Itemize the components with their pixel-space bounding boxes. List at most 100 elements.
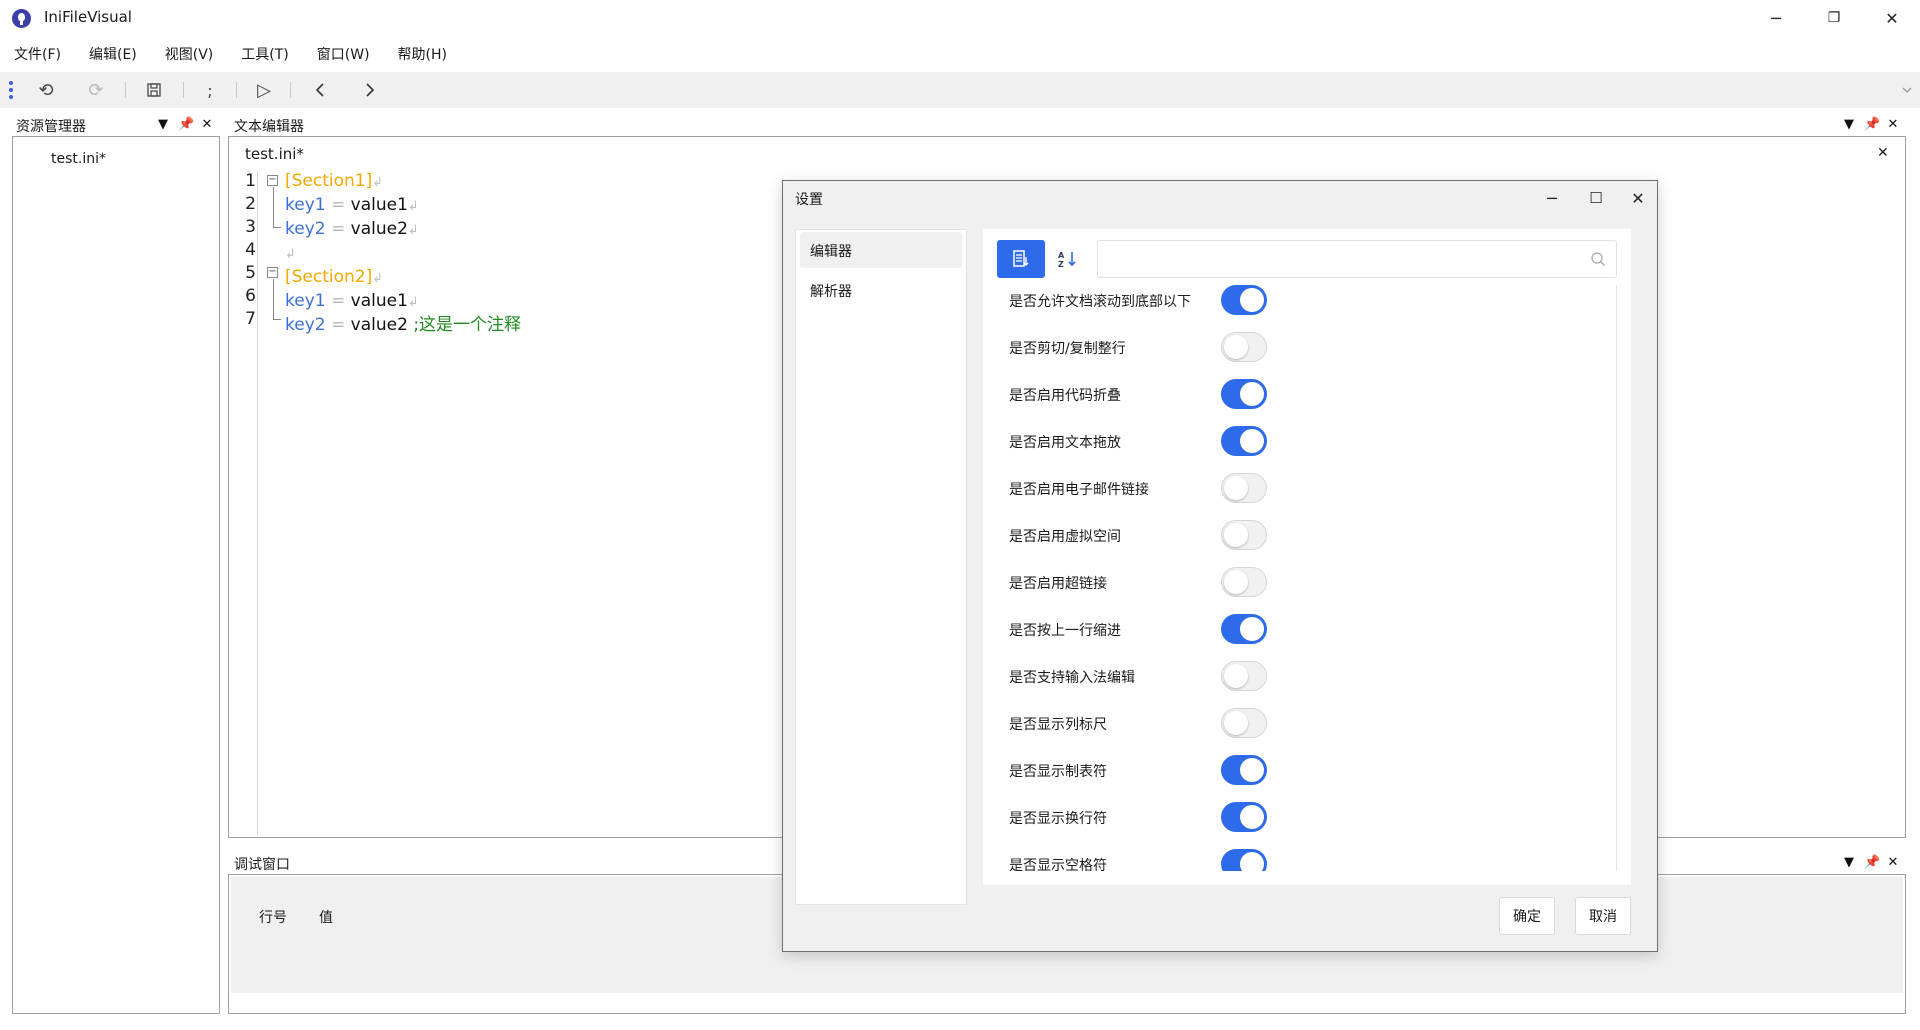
panel-close-icon[interactable]: ✕ [200,117,214,132]
setting-toggle[interactable] [1221,614,1267,644]
code-area[interactable]: [Section1]↲ key1 = value1↲ key2 = value2… [285,170,521,337]
line-numbers: 1 2 3 4 5 6 7 [245,171,256,329]
setting-toggle[interactable] [1221,520,1267,550]
save-icon[interactable] [138,72,170,108]
setting-label: 是否启用超链接 [1009,576,1107,592]
setting-label: 是否显示制表符 [1009,764,1107,780]
column-header[interactable]: 行号 [259,907,287,927]
title-bar: IniFileVisual ─ ❐ ✕ [0,0,1920,36]
explorer-title: 资源管理器 [16,119,86,135]
setting-row: 是否启用超链接 [1009,567,1609,597]
menu-window[interactable]: 窗口(W) [303,38,384,68]
setting-toggle[interactable] [1221,332,1267,362]
dialog-maximize-button[interactable]: ☐ [1573,181,1619,215]
panel-menu-icon[interactable]: ▼ [1842,855,1856,870]
code-line: key1 = value1↲ [285,291,419,311]
pin-icon[interactable]: 📌 [1864,117,1880,132]
back-icon[interactable] [304,72,336,108]
pin-icon[interactable]: 📌 [1864,855,1880,870]
setting-toggle[interactable] [1221,426,1267,456]
setting-row: 是否启用虚拟空间 [1009,520,1609,550]
close-button[interactable]: ✕ [1863,0,1920,36]
ok-button[interactable]: 确定 [1499,897,1555,935]
setting-row: 是否显示制表符 [1009,755,1609,785]
code-line: key2 = value2 ;这是一个注释 [285,315,522,335]
redo-icon[interactable]: ⟳ [80,72,112,108]
run-icon[interactable]: ▷ [248,72,280,108]
restore-button[interactable]: ❐ [1805,0,1863,36]
svg-text:Z: Z [1058,260,1064,269]
explorer-panel: test.ini* [12,136,220,1014]
comment-icon[interactable]: ; [194,72,226,108]
settings-search-input[interactable] [1097,240,1617,278]
editor-tab[interactable]: test.ini* [245,145,304,163]
setting-toggle[interactable] [1221,849,1267,871]
setting-row: 是否启用代码折叠 [1009,379,1609,409]
panel-menu-icon[interactable]: ▼ [1842,117,1856,132]
settings-nav: 编辑器 解析器 [795,229,967,905]
setting-toggle[interactable] [1221,285,1267,315]
menu-bar: 文件(F) 编辑(E) 视图(V) 工具(T) 窗口(W) 帮助(H) [0,38,461,68]
undo-icon[interactable]: ⟲ [30,72,62,108]
menu-edit[interactable]: 编辑(E) [75,38,151,68]
settings-list: 是否允许文档滚动到底部以下 是否剪切/复制整行 是否启用代码折叠 是否启用文本拖… [997,285,1617,871]
setting-row: 是否显示换行符 [1009,802,1609,832]
forward-icon[interactable] [354,72,386,108]
setting-row: 是否启用文本拖放 [1009,426,1609,456]
settings-dialog: 设置 ─ ☐ ✕ 编辑器 解析器 AZ 是否允许文档滚动到底部以下 是否剪切/复… [782,180,1658,952]
setting-row: 是否按上一行缩进 [1009,614,1609,644]
setting-toggle[interactable] [1221,708,1267,738]
panel-close-icon[interactable]: ✕ [1886,855,1900,870]
editor-header: 文本编辑器 ▼ 📌 ✕ [230,114,1906,136]
setting-row: 是否启用电子邮件链接 [1009,473,1609,503]
settings-content: AZ 是否允许文档滚动到底部以下 是否剪切/复制整行 是否启用代码折叠 是否启用… [983,229,1631,885]
debug-title: 调试窗口 [234,857,290,873]
minimize-button[interactable]: ─ [1747,0,1805,36]
toolbar-overflow-icon[interactable] [1900,82,1914,96]
fold-toggle-icon[interactable]: − [267,175,278,186]
toolbar: ⟲ ⟳ ; ▷ [0,72,1920,108]
dialog-title: 设置 [795,192,823,208]
dialog-close-button[interactable]: ✕ [1615,181,1661,215]
nav-item-parser[interactable]: 解析器 [800,272,962,308]
setting-toggle[interactable] [1221,379,1267,409]
sort-az-icon: AZ [1058,251,1076,269]
categorized-view-button[interactable] [997,240,1045,278]
panel-menu-icon[interactable]: ▼ [156,117,170,132]
setting-row: 是否显示列标尺 [1009,708,1609,738]
setting-toggle[interactable] [1221,473,1267,503]
gutter-divider [257,171,258,835]
menu-help[interactable]: 帮助(H) [384,38,461,68]
setting-label: 是否剪切/复制整行 [1009,341,1126,357]
setting-toggle[interactable] [1221,802,1267,832]
fold-line [273,187,274,227]
menu-file[interactable]: 文件(F) [0,38,75,68]
dialog-minimize-button[interactable]: ─ [1529,181,1575,215]
menu-view[interactable]: 视图(V) [151,38,228,68]
panel-close-icon[interactable]: ✕ [1886,117,1900,132]
menu-tools[interactable]: 工具(T) [227,38,302,68]
code-line: key1 = value1↲ [285,195,419,215]
setting-label: 是否启用虚拟空间 [1009,529,1121,545]
fold-toggle-icon[interactable]: − [267,267,278,278]
cancel-button[interactable]: 取消 [1575,897,1631,935]
tab-close-icon[interactable]: ✕ [1877,145,1889,161]
alphabetical-sort-button[interactable]: AZ [1045,240,1091,278]
setting-toggle[interactable] [1221,661,1267,691]
setting-label: 是否显示换行符 [1009,811,1107,827]
setting-toggle[interactable] [1221,755,1267,785]
file-item[interactable]: test.ini* [51,151,106,167]
setting-label: 是否启用文本拖放 [1009,435,1121,451]
app-title: IniFileVisual [44,8,132,26]
pin-icon[interactable]: 📌 [178,117,194,132]
toolbar-grip-icon[interactable] [9,81,14,101]
fold-line [273,319,281,320]
setting-label: 是否显示空格符 [1009,858,1107,871]
nav-item-editor[interactable]: 编辑器 [800,232,962,268]
toolbar-separator [236,82,237,98]
setting-toggle[interactable] [1221,567,1267,597]
editor-title: 文本编辑器 [234,119,304,135]
setting-label: 是否启用电子邮件链接 [1009,482,1149,498]
column-header[interactable]: 值 [319,907,333,927]
code-line: [Section1]↲ [285,171,384,191]
